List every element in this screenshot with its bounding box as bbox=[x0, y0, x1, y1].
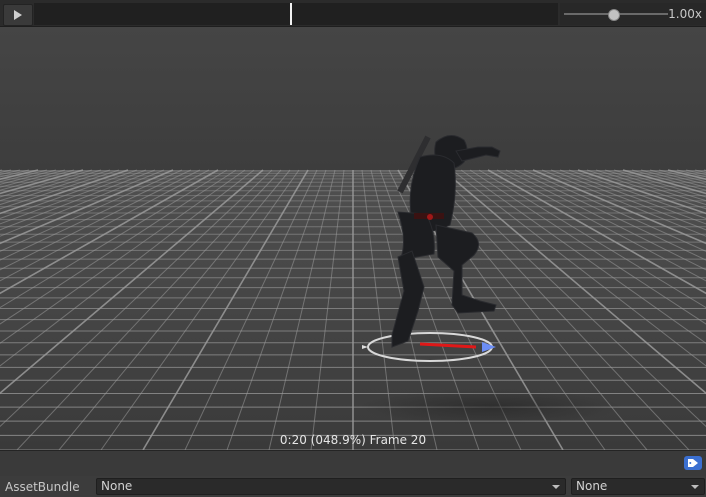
play-button[interactable] bbox=[3, 4, 33, 26]
assetbundle-name-value: None bbox=[101, 479, 133, 493]
character-shadow bbox=[360, 389, 620, 425]
assetbundle-name-dropdown[interactable]: None bbox=[96, 478, 566, 495]
playback-speed-control: 1.00x bbox=[560, 3, 706, 25]
assetbundle-variant-value: None bbox=[576, 479, 608, 493]
speed-slider-knob[interactable] bbox=[608, 9, 620, 21]
chevron-down-icon bbox=[691, 485, 699, 489]
timeline-scrubber[interactable] bbox=[34, 3, 558, 25]
assetbundle-label: AssetBundle bbox=[5, 480, 80, 494]
preview-toolbar: 1.00x bbox=[0, 0, 706, 27]
asset-labels-bar bbox=[0, 450, 706, 477]
preview-scene bbox=[0, 27, 706, 450]
play-icon bbox=[14, 10, 22, 20]
timeline-playhead[interactable] bbox=[290, 3, 292, 25]
asset-labels-button[interactable] bbox=[684, 456, 702, 470]
chevron-down-icon bbox=[552, 485, 560, 489]
assetbundle-bar: AssetBundle None None bbox=[0, 476, 706, 497]
assetbundle-variant-dropdown[interactable]: None bbox=[571, 478, 705, 495]
frame-readout: 0:20 (048.9%) Frame 20 bbox=[279, 433, 427, 447]
tag-icon bbox=[688, 459, 698, 467]
speed-label: 1.00x bbox=[668, 7, 702, 21]
animation-preview-viewport[interactable]: 0:20 (048.9%) Frame 20 bbox=[0, 27, 706, 450]
sky-background bbox=[0, 27, 706, 170]
